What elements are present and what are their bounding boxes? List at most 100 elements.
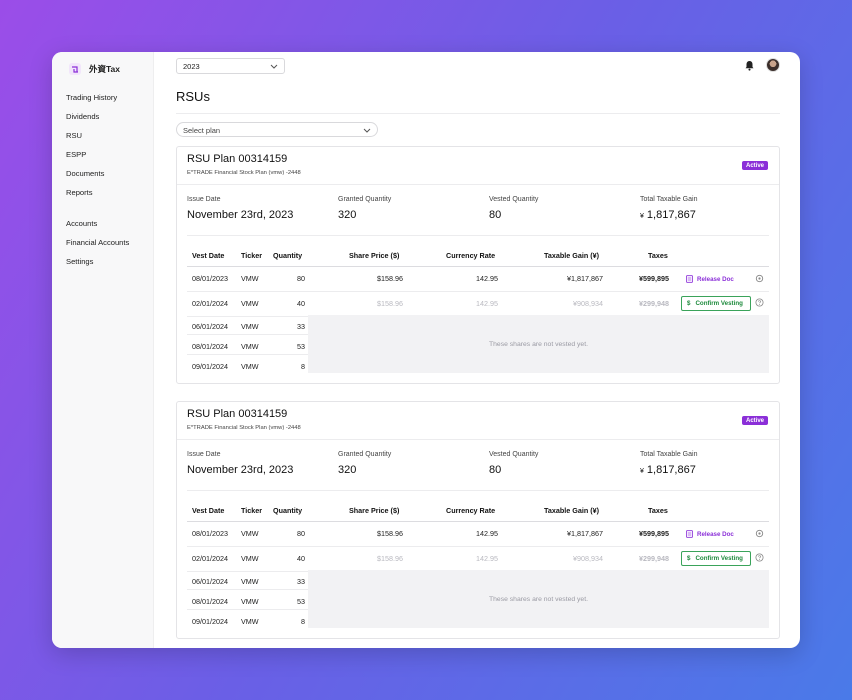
release-doc-label: Release Doc: [697, 275, 734, 283]
app-logo[interactable]: 外資Tax: [68, 62, 120, 76]
cell-taxes: ¥599,895: [639, 274, 669, 283]
cell-taxes: ¥599,895: [639, 529, 669, 538]
cell-quantity: 53: [297, 597, 305, 606]
column-header-quantity: Quantity: [273, 506, 303, 515]
card-divider: [187, 235, 769, 236]
cell-quantity: 80: [297, 274, 305, 283]
chevron-down-icon: [363, 128, 371, 133]
confirm-vesting-button[interactable]: $ Confirm Vesting: [681, 296, 751, 311]
table-header-divider: [187, 521, 769, 522]
issue-date-label: Issue Date: [187, 451, 221, 458]
cell-ticker: VMW: [241, 362, 259, 371]
cell-quantity: 53: [297, 342, 305, 351]
vested-quantity-value: 80: [489, 209, 502, 221]
confirm-vesting-label: Confirm Vesting: [695, 300, 743, 307]
confirm-vesting-label: Confirm Vesting: [695, 555, 743, 562]
gear-icon[interactable]: [755, 274, 764, 283]
cell-taxable-gain: ¥908,934: [573, 299, 603, 308]
logo-icon: [69, 63, 81, 75]
vested-quantity-value: 80: [489, 464, 502, 476]
release-doc-button[interactable]: Release Doc: [686, 528, 740, 540]
column-header-taxable-gain: Taxable Gain (¥): [544, 251, 599, 260]
sidebar-item-settings[interactable]: Settings: [66, 257, 93, 266]
table-row-divider: [187, 546, 769, 547]
issue-date-label: Issue Date: [187, 196, 221, 203]
dollar-icon: $: [687, 300, 691, 307]
granted-quantity-label: Granted Quantity: [338, 196, 392, 203]
help-circle-icon[interactable]: [755, 553, 764, 562]
cell-vest-date: 06/01/2024: [192, 577, 228, 586]
sidebar-item-trading-history[interactable]: Trading History: [66, 93, 117, 102]
column-header-taxes: Taxes: [648, 251, 668, 260]
yen-symbol: ¥: [640, 213, 644, 220]
granted-quantity-label: Granted Quantity: [338, 451, 392, 458]
table-row-divider: [187, 291, 769, 292]
notification-bell-icon[interactable]: [744, 60, 755, 71]
cell-share-price: $158.96: [377, 529, 403, 538]
cell-vest-date: 08/01/2024: [192, 342, 228, 351]
cell-vest-date: 02/01/2024: [192, 554, 228, 563]
cell-quantity: 8: [301, 362, 305, 371]
year-select[interactable]: 2023: [176, 58, 285, 74]
rsu-plan-card: RSU Plan 00314159 E*TRADE Financial Stock…: [176, 401, 780, 639]
sidebar: 外資Tax Trading History Dividends RSU ESPP…: [52, 52, 154, 648]
sidebar-item-rsu[interactable]: RSU: [66, 131, 82, 140]
plan-title: RSU Plan 00314159: [187, 153, 288, 165]
user-avatar[interactable]: [766, 58, 780, 72]
total-taxable-gain-amount: 1,817,867: [646, 209, 696, 221]
cell-ticker: VMW: [241, 577, 259, 586]
release-doc-label: Release Doc: [697, 530, 734, 538]
status-badge: Active: [741, 161, 768, 170]
total-taxable-gain-amount: 1,817,867: [646, 464, 696, 476]
cell-ticker: VMW: [241, 597, 259, 606]
cell-share-price: $158.96: [377, 554, 403, 563]
sidebar-item-accounts[interactable]: Accounts: [66, 219, 97, 228]
plan-title: RSU Plan 00314159: [187, 408, 288, 420]
cell-quantity: 40: [297, 299, 305, 308]
document-icon: [686, 275, 693, 283]
confirm-vesting-button[interactable]: $ Confirm Vesting: [681, 551, 751, 566]
cell-quantity: 40: [297, 554, 305, 563]
sidebar-item-financial-accounts[interactable]: Financial Accounts: [66, 238, 129, 247]
total-taxable-gain-value: ¥1,817,867: [640, 209, 696, 221]
plan-subtitle: E*TRADE Financial Stock Plan (vmw) -2448: [187, 170, 301, 176]
cell-ticker: VMW: [241, 322, 259, 331]
cell-quantity: 8: [301, 617, 305, 626]
not-vested-notice: These shares are not vested yet.: [308, 315, 769, 373]
app-name: 外資Tax: [89, 64, 121, 74]
cell-currency-rate: 142.95: [476, 299, 498, 308]
card-divider: [187, 490, 769, 491]
plan-select[interactable]: Select plan: [176, 122, 378, 137]
cell-vest-date: 09/01/2024: [192, 362, 228, 371]
cell-ticker: VMW: [241, 342, 259, 351]
rsu-plan-card: RSU Plan 00314159 E*TRADE Financial Stock…: [176, 146, 780, 384]
issue-date-value: November 23rd, 2023: [187, 209, 294, 221]
sidebar-item-reports[interactable]: Reports: [66, 188, 93, 197]
total-taxable-gain-label: Total Taxable Gain: [640, 196, 698, 203]
cell-vest-date: 06/01/2024: [192, 322, 228, 331]
release-doc-button[interactable]: Release Doc: [686, 273, 740, 285]
document-icon: [686, 530, 693, 538]
cell-quantity: 33: [297, 577, 305, 586]
app-window: 外資Tax Trading History Dividends RSU ESPP…: [52, 52, 800, 648]
dollar-icon: $: [687, 555, 691, 562]
column-header-currency-rate: Currency Rate: [446, 251, 496, 260]
column-header-currency-rate: Currency Rate: [446, 506, 496, 515]
sidebar-item-dividends[interactable]: Dividends: [66, 112, 99, 121]
issue-date-value: November 23rd, 2023: [187, 464, 294, 476]
gear-icon[interactable]: [755, 529, 764, 538]
total-taxable-gain-value: ¥1,817,867: [640, 464, 696, 476]
cell-share-price: $158.96: [377, 274, 403, 283]
granted-quantity-value: 320: [338, 209, 357, 221]
cell-ticker: VMW: [241, 617, 259, 626]
column-header-taxes: Taxes: [648, 506, 668, 515]
sidebar-item-documents[interactable]: Documents: [66, 169, 104, 178]
sidebar-item-espp[interactable]: ESPP: [66, 150, 86, 159]
cell-quantity: 80: [297, 529, 305, 538]
help-circle-icon[interactable]: [755, 298, 764, 307]
card-divider: [177, 439, 779, 440]
cell-vest-date: 02/01/2024: [192, 299, 228, 308]
cell-ticker: VMW: [241, 274, 259, 283]
vested-quantity-label: Vested Quantity: [489, 196, 539, 203]
cell-currency-rate: 142.95: [476, 274, 498, 283]
